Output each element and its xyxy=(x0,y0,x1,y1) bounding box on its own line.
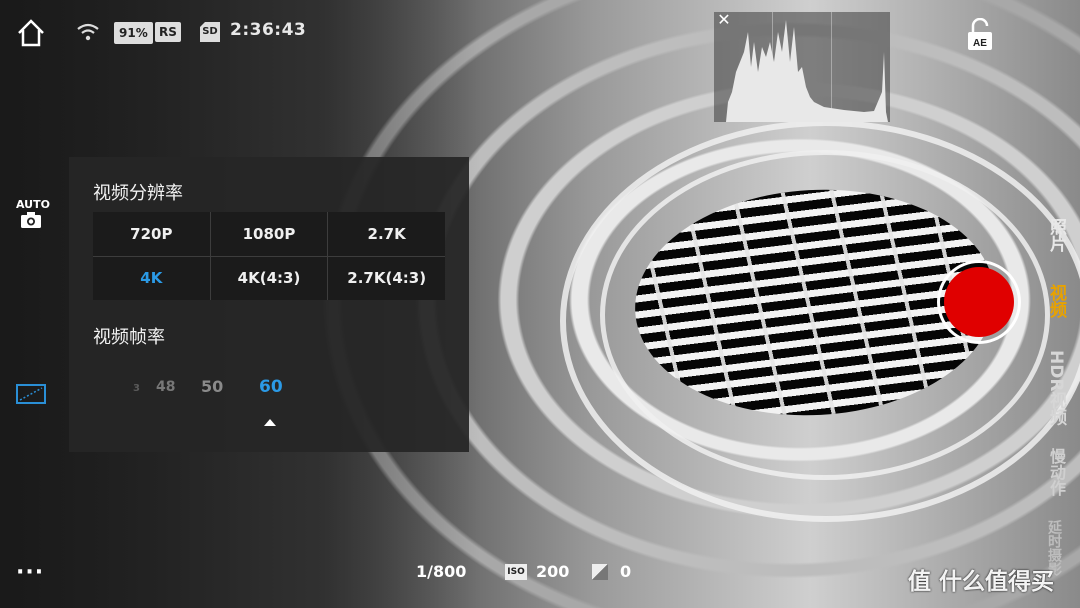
resolution-option-1080p[interactable]: 1080P xyxy=(210,212,328,256)
resolution-title: 视频分辨率 xyxy=(93,183,183,204)
sd-card-icon: SD xyxy=(200,22,220,42)
home-icon[interactable] xyxy=(16,18,46,48)
iso-value[interactable]: 200 xyxy=(536,562,569,581)
histogram[interactable] xyxy=(714,12,890,122)
mode-slow-motion[interactable]: 慢动作 xyxy=(1044,448,1068,496)
framerate-option-48[interactable]: 48 xyxy=(156,379,175,395)
watermark: 值 什么值得买 xyxy=(908,569,1055,595)
resolution-option-4k-4-3[interactable]: 4K(4:3) xyxy=(210,256,328,300)
auto-mode-label[interactable]: AUTO xyxy=(16,198,50,211)
shutter-speed-value[interactable]: 1/800 xyxy=(416,562,466,581)
framerate-title: 视频帧率 xyxy=(93,327,165,348)
iso-icon: ISO xyxy=(505,564,527,580)
mode-hdr-video[interactable]: HDR视频 xyxy=(1044,350,1069,425)
mode-video[interactable]: 视频 xyxy=(1044,284,1069,318)
record-dot xyxy=(944,267,1014,337)
battery-indicator: 91% xyxy=(114,22,153,44)
ae-label: AE xyxy=(973,38,987,49)
resolution-option-4k[interactable]: 4K xyxy=(93,256,210,300)
framerate-picker[interactable]: 3 48 50 60 xyxy=(93,377,445,407)
status-bar: 91% RS SD 2:36:43 xyxy=(0,0,1080,64)
more-options-button[interactable]: ··· xyxy=(16,560,44,585)
ae-lock-icon[interactable]: AE xyxy=(966,18,994,52)
resolution-option-720p[interactable]: 720P xyxy=(93,212,210,256)
framerate-selection-caret xyxy=(264,419,276,426)
video-settings-panel: 视频分辨率 720P 1080P 2.7K 4K 4K(4:3) 2.7K(4:… xyxy=(69,157,469,452)
rs-badge: RS xyxy=(155,22,181,42)
exposure-icon xyxy=(592,564,608,580)
gallery-icon[interactable] xyxy=(16,384,46,404)
resolution-grid: 720P 1080P 2.7K 4K 4K(4:3) 2.7K(4:3) xyxy=(93,212,445,300)
resolution-option-2-7k[interactable]: 2.7K xyxy=(328,212,445,256)
mode-photo[interactable]: 照片 xyxy=(1044,218,1069,252)
recording-time-remaining: 2:36:43 xyxy=(230,20,307,40)
close-icon[interactable]: ✕ xyxy=(716,12,732,28)
exposure-value[interactable]: 0 xyxy=(620,562,631,581)
histogram-curve xyxy=(726,20,888,122)
wifi-icon xyxy=(77,23,99,41)
resolution-option-2-7k-4-3[interactable]: 2.7K(4:3) xyxy=(328,256,445,300)
record-button[interactable] xyxy=(937,260,1021,344)
framerate-option-60[interactable]: 60 xyxy=(259,377,283,397)
camera-icon[interactable] xyxy=(20,211,42,229)
framerate-option-50[interactable]: 50 xyxy=(201,377,223,396)
framerate-option-partial[interactable]: 3 xyxy=(133,383,140,394)
